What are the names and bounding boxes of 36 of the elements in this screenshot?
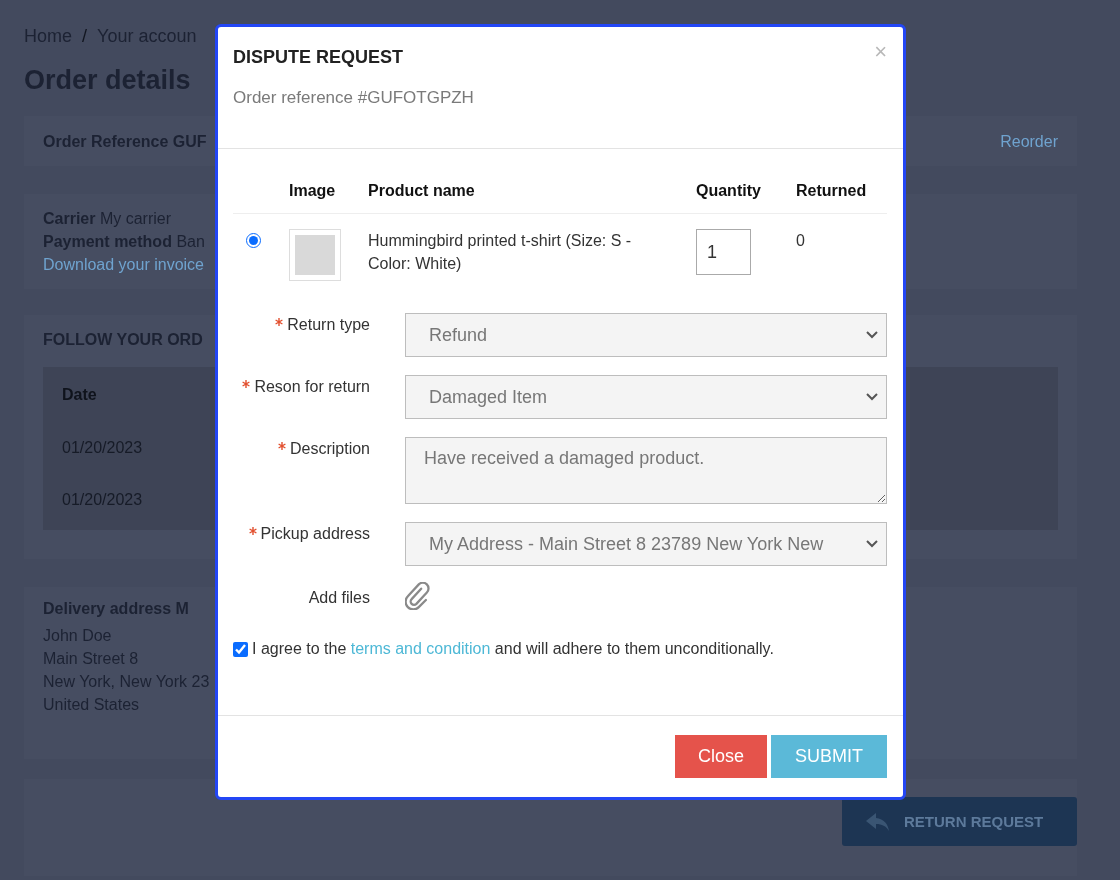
chevron-down-icon [866,331,878,339]
select-field[interactable]: Damaged Item [405,375,887,419]
submit-button[interactable]: SUBMIT [771,735,887,778]
quantity-field[interactable]: 1 [696,229,751,275]
order-reference-subtitle: Order reference #GUFOTGPZH [233,88,474,108]
field-label: Return type [287,315,370,335]
select-field[interactable]: Refund [405,313,887,357]
return-request-button[interactable]: RETURN REQUEST [842,797,1077,846]
chevron-down-icon [866,540,878,548]
product-radio[interactable] [246,233,261,248]
description-field[interactable]: Have received a damaged product. [405,437,887,504]
close-button[interactable]: × [874,41,887,63]
paperclip-icon[interactable] [405,582,431,610]
breadcrumb-separator: / [82,25,88,47]
field-label: Pickup address [260,524,370,544]
field-label: Description [289,439,370,459]
column-header: Returned [796,168,887,214]
reorder-link[interactable]: Reorder [1000,130,1058,153]
field-label: Add files [308,588,370,608]
table-header: Date [62,385,97,404]
close-button[interactable]: Close [674,735,767,778]
select-field[interactable]: My Address - Main Street 8 23789 New York New [405,522,887,566]
invoice-link[interactable]: Download your invoice [43,253,204,276]
column-header: Quantity [696,168,796,214]
terms-link[interactable]: terms and condition [350,640,491,657]
returned-count: 0 [796,231,806,251]
agreement-text: I agree to the terms and condition and will adhere to them unconditionally. [252,640,774,658]
reply-icon [866,812,890,831]
column-header: Image [289,168,368,214]
dialog-title: DISPUTE REQUEST [233,47,404,68]
agree-checkbox[interactable] [233,641,248,657]
field-label: Reson for return [254,377,370,397]
product-photo-placeholder [289,229,341,281]
column-header: Product name [368,168,696,214]
product-name: Hummingbird printed t-shirt (Size: S - Color: White) [368,231,633,274]
chevron-down-icon [866,393,878,401]
